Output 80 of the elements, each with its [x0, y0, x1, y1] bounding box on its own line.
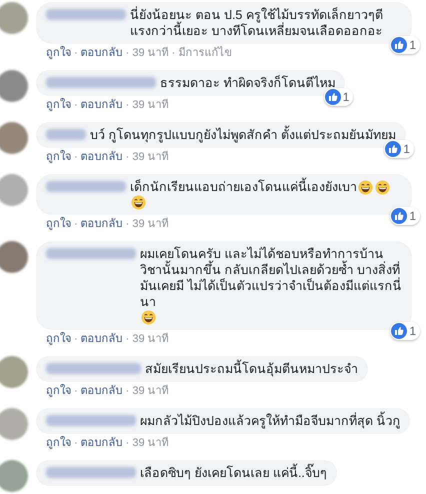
avatar[interactable]	[0, 70, 28, 102]
timestamp: 39 นาที	[132, 150, 169, 164]
separator-dot: ·	[74, 150, 78, 164]
blurred-name[interactable]	[46, 9, 126, 20]
reaction-count: 1	[409, 37, 416, 53]
blurred-name[interactable]	[46, 363, 141, 374]
reply-link[interactable]: ตอบกลับ	[80, 436, 123, 450]
like-link[interactable]: ถูกใจ	[46, 98, 71, 112]
like-link[interactable]: ถูกใจ	[46, 46, 71, 60]
separator-dot: ·	[126, 384, 130, 398]
comment-text: สมัยเรียนประถมนี้โดนอุ้มตีนหมาประจำ	[145, 361, 358, 377]
separator-dot: ·	[126, 217, 130, 231]
reaction-badge[interactable]: 1	[390, 207, 420, 225]
blurred-name[interactable]	[46, 415, 136, 426]
reaction-badge[interactable]: 1	[384, 140, 414, 158]
reaction-count: 1	[409, 323, 416, 339]
separator-dot: ·	[126, 150, 130, 164]
separator-dot: ·	[74, 436, 78, 450]
grinning-face-icon	[358, 180, 373, 194]
separator-dot: ·	[74, 98, 78, 112]
timestamp: 39 นาที	[132, 384, 169, 398]
reply-link[interactable]: ตอบกลับ	[80, 150, 123, 164]
thumbs-up-icon	[391, 208, 408, 224]
avatar[interactable]	[0, 122, 28, 154]
separator-dot: ·	[74, 217, 78, 231]
like-link[interactable]: ถูกใจ	[46, 150, 71, 164]
like-link[interactable]: ถูกใจ	[46, 332, 71, 346]
separator-dot: ·	[126, 436, 130, 450]
separator-dot: ·	[74, 332, 78, 346]
reaction-badge[interactable]: 1	[324, 88, 354, 106]
comment-text: ผมกลัวไม้ปิงปองแล้วครูให้ทำมือจีบมากที่สุด นิ้วกู	[140, 413, 400, 429]
separator-dot: ·	[126, 46, 130, 60]
avatar[interactable]	[0, 356, 28, 388]
separator-dot: ·	[126, 332, 130, 346]
timestamp: 39 นาที	[132, 98, 169, 112]
comment-text: เด็กนักเรียนแอบถ่ายเองโดนแค่นี้เองยังเบา	[130, 179, 357, 195]
separator-dot: ·	[172, 46, 176, 60]
avatar[interactable]	[0, 241, 28, 273]
reaction-count: 1	[403, 141, 410, 157]
grinning-face-icon	[131, 195, 146, 210]
comment-text: เลือดซิบๆ ยังเคยโดนเลย แค่นี้..จิ๊บๆ	[140, 465, 327, 481]
comment-text: ธรรมดาอะ ทำผิดจริงก็โดนตีไหม	[160, 75, 336, 91]
comment-text: บว์ กูโดนทุกรูปแบบกูยังไม่พูดสักคำ ตั้งแต่ประถมยันมัทยม	[90, 127, 396, 143]
like-link[interactable]: ถูกใจ	[46, 217, 71, 231]
blurred-name[interactable]	[46, 129, 86, 140]
timestamp: 39 นาที	[132, 332, 169, 346]
avatar[interactable]	[0, 174, 28, 206]
avatar[interactable]	[0, 408, 28, 440]
grinning-face-icon	[375, 180, 390, 194]
reaction-badge[interactable]: 1	[390, 36, 420, 54]
timestamp: 39 นาที	[132, 436, 169, 450]
thumbs-up-icon	[391, 37, 408, 53]
reply-link[interactable]: ตอบกลับ	[80, 332, 123, 346]
timestamp: 39 นาที	[132, 46, 169, 60]
reply-link[interactable]: ตอบกลับ	[80, 46, 123, 60]
like-link[interactable]: ถูกใจ	[46, 384, 71, 398]
comment-text: นี่ยังน้อยนะ ตอน ป.5 ครูใช้ไม้บรรทัดเล็กยาวๆตี แรงกว่านี้เยอะ บางทีโดนเหลี่ยมจนเลือดออกอะ	[130, 7, 384, 39]
separator-dot: ·	[126, 98, 130, 112]
separator-dot: ·	[74, 384, 78, 398]
reaction-badge[interactable]: 1	[390, 322, 420, 340]
avatar[interactable]	[0, 460, 28, 492]
avatar[interactable]	[0, 2, 28, 34]
like-link[interactable]: ถูกใจ	[46, 436, 71, 450]
thumbs-up-icon	[324, 89, 341, 105]
blurred-name[interactable]	[46, 77, 156, 88]
thumbs-up-icon	[385, 141, 402, 157]
blurred-name[interactable]	[46, 467, 136, 478]
timestamp: 39 นาที	[132, 217, 169, 231]
thumbs-up-icon	[391, 323, 408, 339]
reply-link[interactable]: ตอบกลับ	[80, 384, 123, 398]
reaction-count: 1	[409, 208, 416, 224]
blurred-name[interactable]	[46, 181, 126, 192]
separator-dot: ·	[74, 46, 78, 60]
reply-link[interactable]: ตอบกลับ	[80, 217, 123, 231]
comment-text: ผมเคยโดนครับ และไม่ได้ชอบหรือทำการบ้านวิชานั้นมากขึ้น กลับเกลียดไปเลยด้วยซ้ำ บางสิ่งที่มันเคยมี ไม่ได้เป็นตัวแปรว่าจำเป็นต้องมีแต่แรกนี่นา	[140, 246, 402, 310]
reaction-count: 1	[342, 89, 350, 105]
grinning-face-icon	[141, 310, 156, 325]
timestamp: มีการแก้ไข	[178, 46, 232, 60]
reply-link[interactable]: ตอบกลับ	[80, 98, 123, 112]
blurred-name[interactable]	[46, 248, 136, 259]
